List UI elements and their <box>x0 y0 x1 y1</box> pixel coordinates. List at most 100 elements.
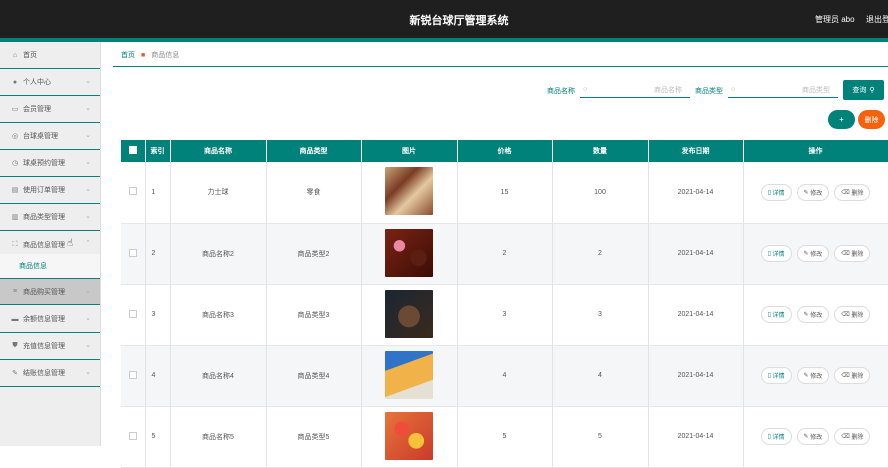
breadcrumb-home[interactable]: 首页 <box>121 50 135 60</box>
column-header: 价格 <box>457 140 553 162</box>
column-header: 数量 <box>552 140 649 162</box>
target-icon: ◎ <box>11 133 19 140</box>
detail-button[interactable]: ▯ 详情 <box>760 428 792 445</box>
row-index: 2 <box>145 223 171 285</box>
edit-icon: ✎ <box>12 370 18 377</box>
column-header: 图片 <box>361 140 458 162</box>
detail-button[interactable]: ▯ 详情 <box>760 183 792 201</box>
detail-button[interactable]: ▯ 详情 <box>760 245 792 262</box>
trash-icon: ⌫ <box>841 434 852 440</box>
table-row: 2 商品名称2 商品类型2 2 2 2021-04-14 ▯ 详情 ✎ 修改 ⌫ 删除 <box>121 223 888 285</box>
price-cell: 3 <box>457 284 553 346</box>
trash-icon: ⌫ <box>841 373 852 379</box>
quantity-cell: 3 <box>552 284 649 346</box>
row-index: 5 <box>145 406 171 468</box>
sidebar-item-product-types[interactable]: ▥ 商品类型管理 ⌄ <box>0 204 100 231</box>
product-image <box>385 289 433 338</box>
chevron-down-icon: ⌄ <box>85 105 91 112</box>
row-checkbox[interactable] <box>121 406 146 468</box>
row-checkbox[interactable] <box>121 284 146 346</box>
mouse-cursor-icon: ☝ <box>67 238 74 249</box>
breadcrumb-separator-icon: ■ <box>141 51 146 59</box>
row-checkbox[interactable] <box>121 223 146 285</box>
sidebar-item-recharge[interactable]: ⛊ 充值信息管理 ⌄ <box>0 333 100 360</box>
breadcrumb-current: 商品信息 <box>151 52 180 59</box>
current-user: 管理员 abo <box>815 15 855 24</box>
row-delete-button[interactable]: ⌫ 删除 <box>834 367 871 384</box>
quantity-cell: 2 <box>552 223 649 285</box>
product-name-input[interactable]: ○ 商品名称 <box>580 82 690 98</box>
row-actions: ▯ 详情 ✎ 修改 ⌫ 删除 <box>743 406 888 468</box>
row-index: 3 <box>145 284 171 346</box>
product-type-input[interactable]: ○ 商品类型 <box>728 82 838 98</box>
top-bar: 新锐台球厅管理系统 管理员 abo 退出登录 <box>0 0 888 38</box>
edit-button[interactable]: ✎ 修改 <box>796 428 830 445</box>
detail-button[interactable]: ▯ 详情 <box>760 306 792 323</box>
column-header: 商品名称 <box>170 140 267 162</box>
sidebar-item-label: 台球桌管理 <box>23 133 58 140</box>
list-icon: ≡ <box>12 288 18 295</box>
sidebar-item-tables[interactable]: ◎ 台球桌管理 ⌄ <box>0 123 100 150</box>
edit-button[interactable]: ✎ 修改 <box>796 245 830 262</box>
sidebar-item-members[interactable]: ▭ 会员管理 ⌄ <box>0 96 100 123</box>
publish-date-cell: 2021-04-14 <box>648 162 744 224</box>
product-image-cell <box>361 223 458 285</box>
submenu-item-product-info[interactable]: 商品信息 <box>0 254 100 278</box>
sidebar-item-purchases[interactable]: ≡ 商品购买管理 ⌄ <box>0 278 100 305</box>
product-name-cell: 商品名称3 <box>170 284 267 346</box>
sidebar-item-profile[interactable]: ● 个人中心 ⌄ <box>0 69 100 96</box>
detail-button[interactable]: ▯ 详情 <box>760 367 792 384</box>
query-button[interactable]: 查询 ⚲ <box>843 80 884 100</box>
row-checkbox[interactable] <box>121 345 146 407</box>
sidebar-item-label: 使用订单管理 <box>23 187 65 194</box>
row-delete-button[interactable]: ⌫ 删除 <box>834 245 871 262</box>
row-delete-button[interactable]: ⌫ 删除 <box>834 306 871 323</box>
shield-icon: ⛊ <box>12 342 18 349</box>
chevron-down-icon: ⌄ <box>85 342 91 349</box>
row-index: 4 <box>145 345 171 407</box>
row-actions: ▯ 详情 ✎ 修改 ⌫ 删除 <box>743 284 888 346</box>
logout-link[interactable]: 退出登录 <box>866 14 888 25</box>
product-name-cell: 力士球 <box>170 162 267 224</box>
sidebar-item-balance[interactable]: ▬ 余额信息管理 ⌄ <box>0 306 100 333</box>
publish-date-cell: 2021-04-14 <box>648 223 744 285</box>
chevron-up-icon: ⌃ <box>85 240 91 247</box>
product-image-cell <box>361 284 458 346</box>
sidebar-item-label: 会员管理 <box>23 106 51 113</box>
add-button[interactable]: + <box>828 110 855 129</box>
edit-icon: ✎ <box>803 312 811 318</box>
row-actions: ▯ 详情 ✎ 修改 ⌫ 删除 <box>743 345 888 407</box>
product-name-cell: 商品名称4 <box>170 345 267 407</box>
sidebar-item-reservations[interactable]: ◷ 球桌预约管理 ⌄ <box>0 150 100 177</box>
price-cell: 5 <box>457 406 553 468</box>
product-name-cell: 商品名称2 <box>170 223 267 285</box>
breadcrumb: 首页 ■ 商品信息 <box>121 50 179 60</box>
row-delete-button[interactable]: ⌫ 删除 <box>834 183 871 201</box>
sidebar-item-orders[interactable]: ▤ 使用订单管理 ⌄ <box>0 177 100 204</box>
row-delete-button[interactable]: ⌫ 删除 <box>834 428 871 445</box>
search-icon: ○ <box>583 86 588 93</box>
chevron-down-icon: ⌄ <box>85 288 91 295</box>
price-cell: 2 <box>457 223 553 285</box>
sidebar-item-home[interactable]: ⌂ 首页 <box>0 42 100 69</box>
edit-icon: ✎ <box>803 189 811 196</box>
quantity-cell: 5 <box>552 406 649 468</box>
product-type-placeholder: 商品类型 <box>802 86 830 94</box>
trash-icon: ⌫ <box>841 189 852 196</box>
breadcrumb-divider <box>113 66 888 67</box>
edit-button[interactable]: ✎ 修改 <box>796 306 830 323</box>
row-checkbox[interactable] <box>121 162 146 224</box>
sidebar-item-label: 首页 <box>23 52 37 59</box>
trash-icon: ⌫ <box>841 251 852 257</box>
wallet-icon: ▬ <box>11 315 19 323</box>
row-actions: ▯ 详情 ✎ 修改 ⌫ 删除 <box>743 223 888 285</box>
edit-button[interactable]: ✎ 修改 <box>796 367 830 384</box>
product-image <box>385 411 433 460</box>
select-all-checkbox[interactable] <box>121 140 146 162</box>
header-divider <box>0 38 888 42</box>
sidebar-item-checkout[interactable]: ✎ 结账信息管理 ⌄ <box>0 360 100 387</box>
sidebar-item-label: 余额信息管理 <box>23 316 65 323</box>
delete-button[interactable]: 删除 <box>858 110 885 129</box>
table-row: 5 商品名称5 商品类型5 5 5 2021-04-14 ▯ 详情 ✎ 修改 ⌫ 删除 <box>121 406 888 468</box>
edit-button[interactable]: ✎ 修改 <box>796 183 830 201</box>
